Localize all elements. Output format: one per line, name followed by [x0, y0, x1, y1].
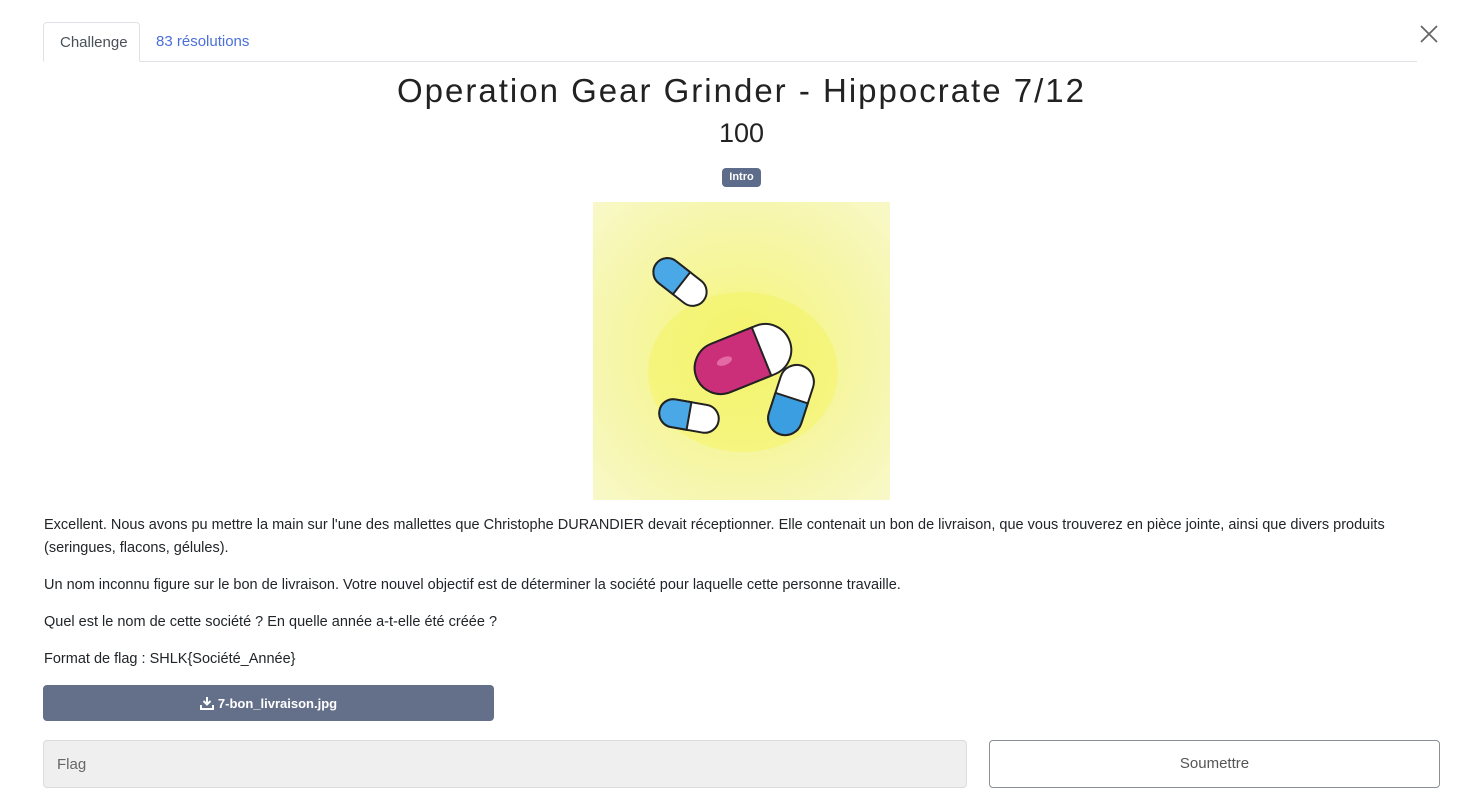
challenge-description: Excellent. Nous avons pu mettre la main …: [44, 514, 1439, 685]
flag-format: Format de flag : SHLK{Société_Année}: [44, 651, 296, 667]
challenge-title: Operation Gear Grinder - Hippocrate 7/12: [397, 72, 1086, 109]
category-badge: Intro: [722, 168, 761, 187]
close-icon[interactable]: [1418, 23, 1440, 45]
download-icon: [199, 697, 214, 710]
flag-input[interactable]: [43, 740, 967, 788]
download-attachment-button[interactable]: 7-bon_livraison.jpg: [43, 685, 494, 721]
tab-bar: Challenge 83 résolutions: [43, 22, 1417, 62]
attachment-filename: 7-bon_livraison.jpg: [217, 695, 338, 711]
tab-challenge[interactable]: Challenge: [43, 22, 140, 62]
tab-resolutions[interactable]: 83 résolutions: [140, 22, 265, 60]
pills-illustration: [593, 202, 890, 500]
challenge-points: 100: [718, 118, 765, 148]
submit-button[interactable]: Soumettre: [989, 740, 1440, 788]
description-paragraph: Quel est le nom de cette société ? En qu…: [44, 614, 498, 630]
description-paragraph: Un nom inconnu figure sur le bon de livr…: [44, 577, 901, 593]
description-paragraph: Excellent. Nous avons pu mettre la main …: [44, 517, 1385, 556]
